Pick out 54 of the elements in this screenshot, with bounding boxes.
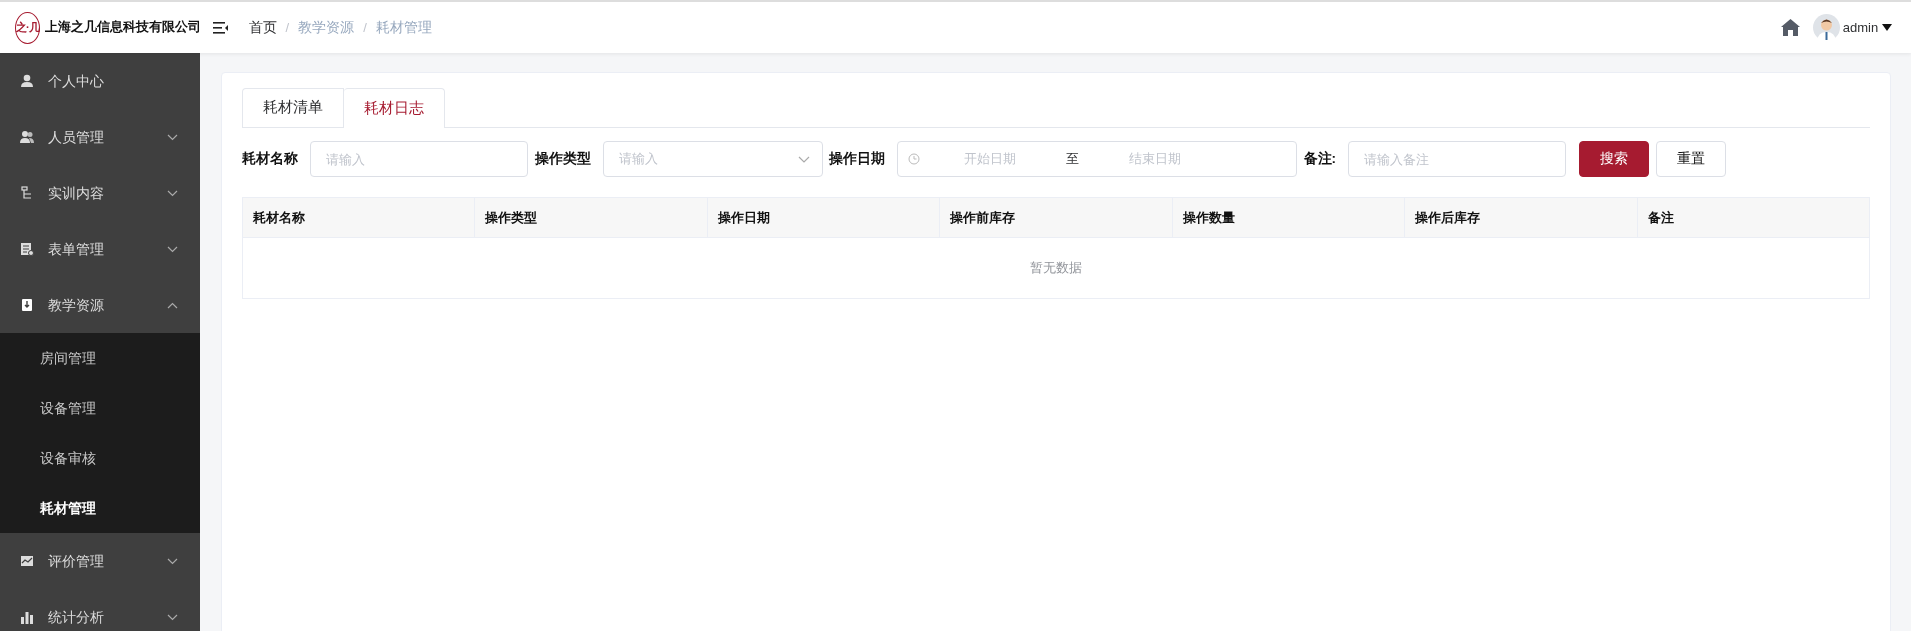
field-label: 耗材名称 (242, 149, 298, 168)
menu-item[interactable]: 评价管理 (48, 550, 104, 572)
field-label: 备注: (1303, 149, 1336, 168)
menu-toggle-icon[interactable] (213, 20, 229, 35)
chevron-down-icon[interactable] (167, 133, 178, 141)
breadcrumb-separator: / (363, 18, 367, 37)
chart-card-icon (20, 554, 34, 568)
field-label: 操作类型 (534, 149, 591, 168)
submenu-item[interactable]: 设备审核 (40, 447, 96, 469)
submenu-item[interactable]: 设备管理 (40, 397, 96, 419)
breadcrumb-item[interactable]: 首页 (248, 17, 277, 38)
tab[interactable]: 耗材清单 (242, 88, 344, 127)
breadcrumb-separator: / (285, 18, 290, 37)
column-header: 耗材名称 (252, 208, 306, 227)
menu-item[interactable]: 表单管理 (48, 238, 104, 260)
empty-message: 暂无数据 (1030, 259, 1082, 278)
caret-icon[interactable] (1881, 24, 1892, 31)
input-field[interactable]: 请输入备注 (1348, 141, 1566, 177)
clock-icon (908, 153, 920, 165)
chevron-down-icon[interactable] (167, 189, 178, 197)
column-header: 备注 (1636, 198, 1869, 237)
menu-item[interactable]: 统计分析 (48, 606, 104, 628)
chevron-up-icon[interactable] (167, 301, 178, 309)
date-range-field[interactable]: 开始日期 至 结束日期 (897, 141, 1297, 177)
input-field[interactable]: 请输入 (310, 141, 528, 177)
column-header: 操作前库存 (939, 198, 1172, 237)
search-button[interactable]: 搜索 (1579, 141, 1649, 177)
breadcrumb-item: 耗材管理 (375, 18, 432, 37)
reset-button[interactable]: 重置 (1655, 141, 1726, 177)
menu-item[interactable]: 人员管理 (48, 126, 104, 148)
person-icon (20, 74, 34, 88)
chevron-down-icon[interactable] (167, 613, 178, 621)
tab[interactable]: 耗材日志 (344, 88, 445, 128)
home-icon[interactable] (1780, 19, 1800, 36)
menu-item[interactable]: 个人中心 (48, 70, 104, 92)
menu-item[interactable]: 教学资源 (48, 294, 104, 316)
submenu-item[interactable]: 耗材管理 (40, 497, 96, 519)
column-header: 操作类型 (474, 198, 707, 237)
company-name: 上海之几信息科技有限公司 (44, 19, 201, 37)
column-header: 操作数量 (1171, 198, 1405, 237)
column-header: 操作日期 (706, 198, 940, 237)
column-header: 操作后库存 (1404, 198, 1637, 237)
menu-item[interactable]: 实训内容 (48, 182, 104, 204)
field-label: 操作日期 (829, 149, 885, 168)
bar-chart-icon (20, 610, 34, 624)
chevron-down-icon[interactable] (167, 245, 178, 253)
user-name[interactable]: admin (1842, 17, 1879, 38)
chevron-down-icon (797, 155, 810, 163)
people-icon (20, 130, 34, 144)
submenu-item[interactable]: 房间管理 (40, 347, 96, 369)
avatar[interactable] (1812, 14, 1840, 41)
tree-icon (20, 186, 34, 200)
chevron-down-icon[interactable] (167, 557, 178, 565)
document-icon (20, 242, 34, 256)
